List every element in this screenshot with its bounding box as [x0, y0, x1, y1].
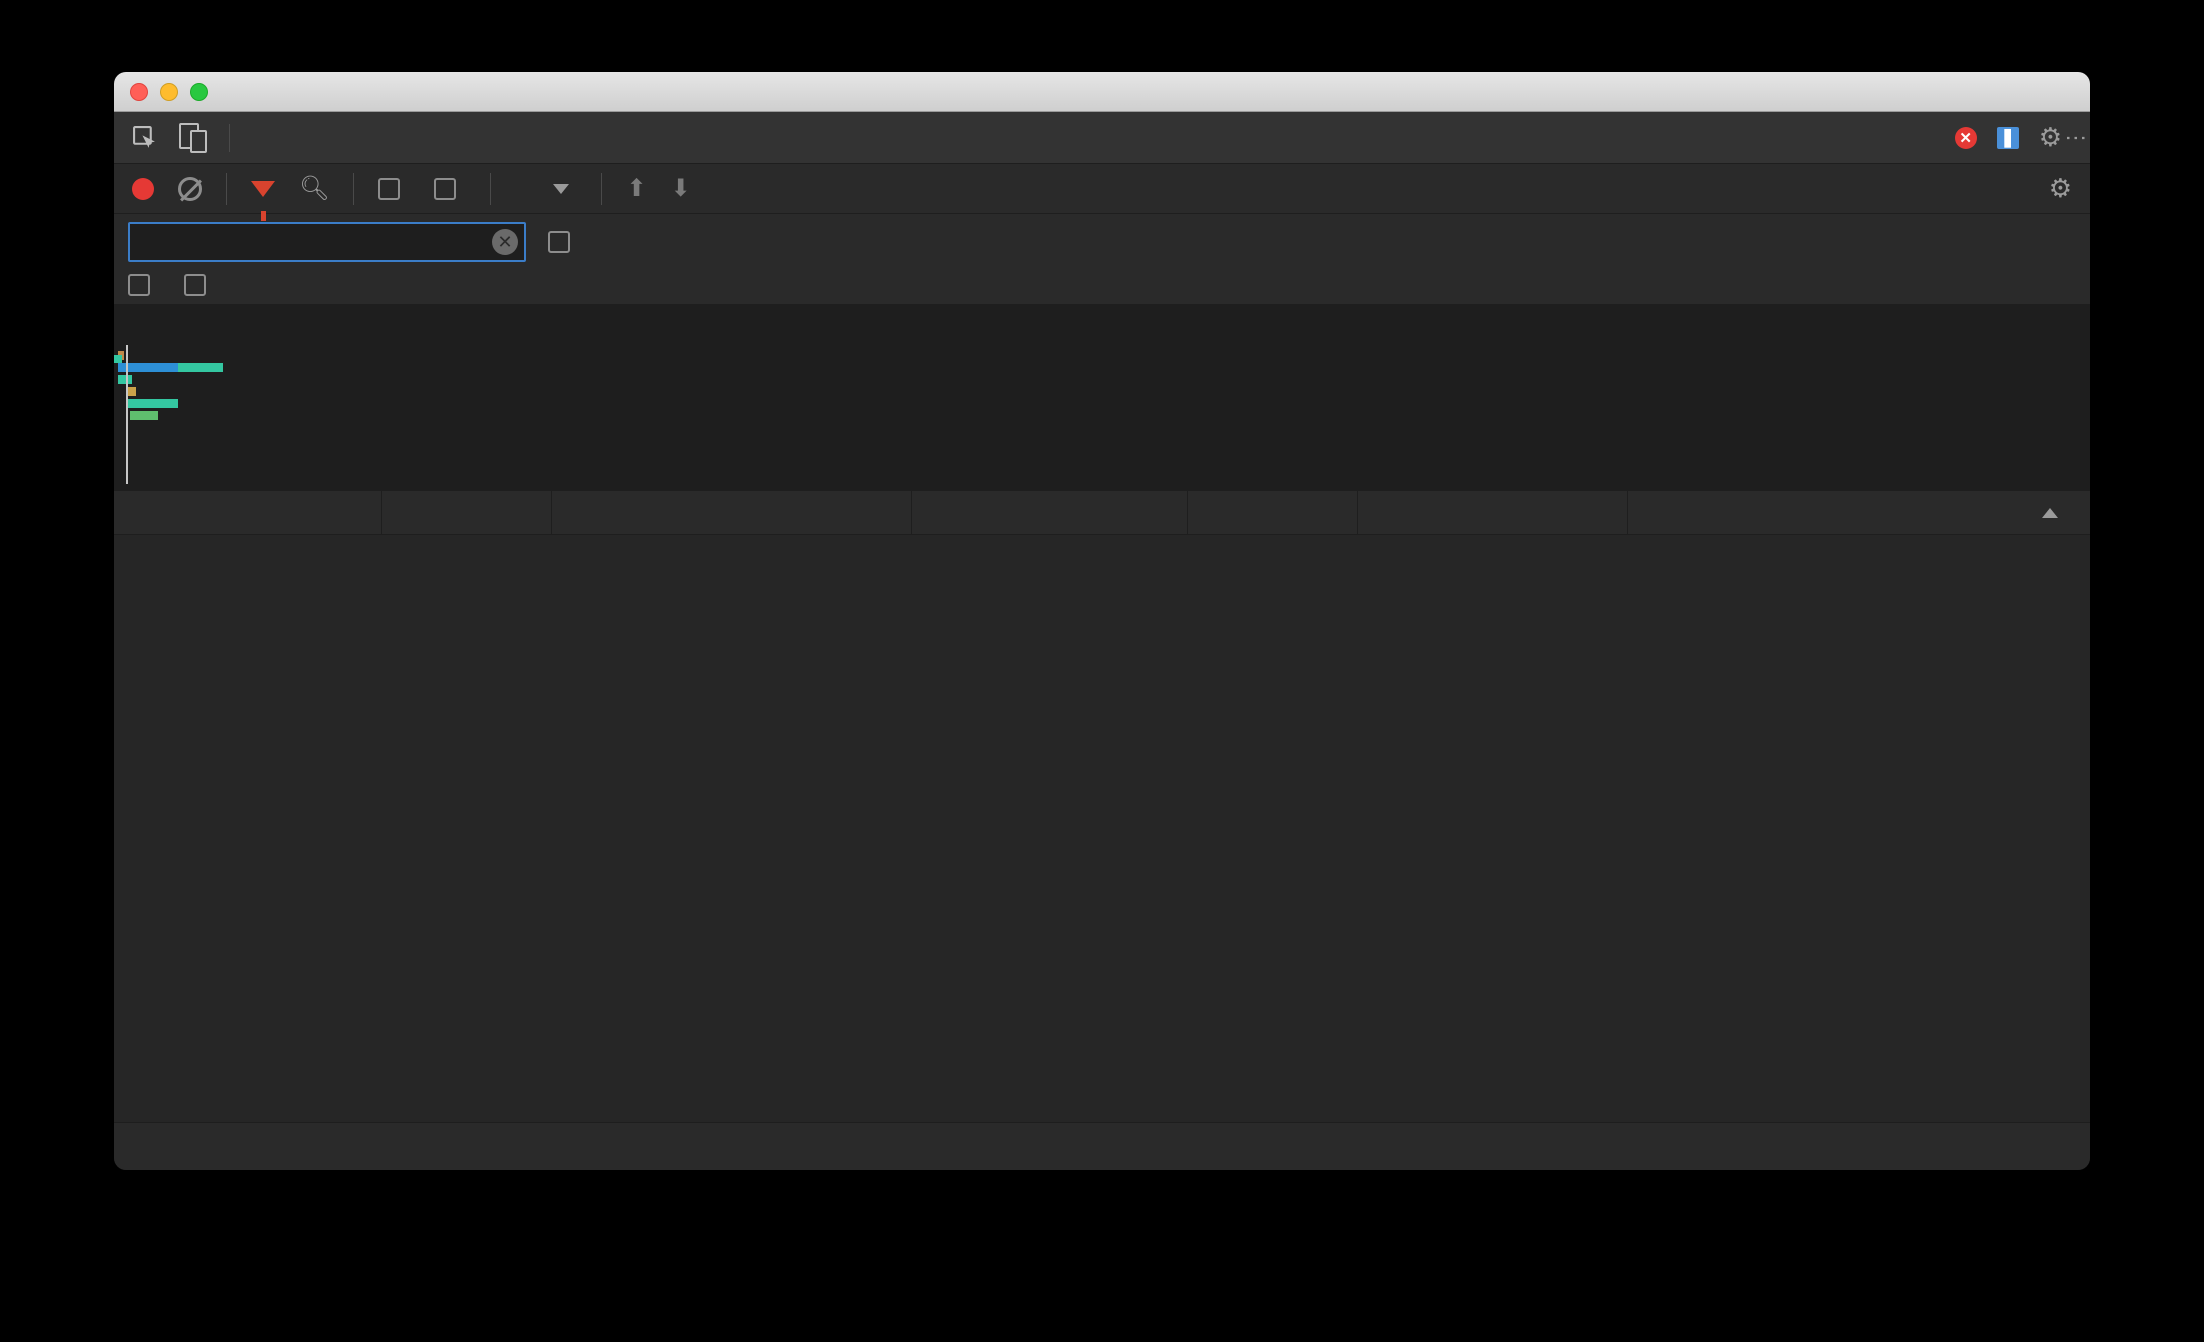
timeline-cursor	[126, 345, 128, 484]
col-waterfall[interactable]	[1628, 491, 2090, 534]
download-har-icon[interactable]: ⬇	[671, 174, 691, 203]
sort-indicator-icon	[2042, 508, 2058, 518]
has-blocked-cookies-checkbox[interactable]	[128, 274, 160, 296]
filter-input-wrap: ✕	[128, 222, 526, 262]
window-controls	[130, 83, 208, 101]
separator	[226, 173, 227, 205]
main-tabbar: ✕ ❚ ⚙ ⋮	[114, 112, 2090, 164]
col-initiator[interactable]	[912, 491, 1188, 534]
error-badge[interactable]: ✕	[1955, 127, 1983, 149]
message-icon: ❚	[1997, 127, 2019, 149]
timeline-late-marker	[114, 355, 122, 363]
network-settings-icon[interactable]: ⚙	[2049, 173, 2072, 204]
search-icon[interactable]: 🔍︎	[299, 174, 329, 203]
hide-data-urls-checkbox[interactable]	[548, 231, 580, 253]
settings-icon[interactable]: ⚙	[2039, 122, 2062, 153]
clear-button[interactable]	[178, 177, 202, 201]
clear-filter-button[interactable]: ✕	[492, 229, 518, 255]
upload-har-icon[interactable]: ⬆	[626, 174, 646, 203]
message-badge[interactable]: ❚	[1997, 127, 2025, 149]
filter-bar: ✕	[114, 214, 2090, 305]
minimize-window-button[interactable]	[160, 83, 178, 101]
timeline-bars	[118, 351, 318, 423]
network-toolbar: 🔍︎ ⬆ ⬇ ⚙	[114, 164, 2090, 214]
devtools-window: ✕ ❚ ⚙ ⋮ 🔍︎	[114, 72, 2090, 1170]
inspect-element-icon[interactable]	[132, 125, 157, 150]
zoom-window-button[interactable]	[190, 83, 208, 101]
separator	[353, 173, 354, 205]
more-tabs-button[interactable]	[250, 112, 270, 163]
preserve-log-checkbox[interactable]	[378, 178, 410, 200]
device-toolbar-icon[interactable]	[179, 123, 207, 153]
col-type[interactable]	[552, 491, 912, 534]
titlebar[interactable]	[114, 72, 2090, 112]
col-status[interactable]	[382, 491, 552, 534]
network-grid	[114, 491, 2090, 1122]
grid-header	[114, 491, 2090, 535]
chevron-down-icon	[553, 184, 569, 194]
error-icon: ✕	[1955, 127, 1977, 149]
filter-icon[interactable]	[251, 181, 275, 197]
col-size[interactable]	[1188, 491, 1358, 534]
separator	[229, 124, 230, 152]
disable-cache-checkbox[interactable]	[434, 178, 466, 200]
timeline-overview[interactable]	[114, 305, 2090, 491]
record-button[interactable]	[132, 178, 154, 200]
throttling-select[interactable]	[515, 184, 577, 194]
separator	[601, 173, 602, 205]
close-window-button[interactable]	[130, 83, 148, 101]
blocked-requests-checkbox[interactable]	[184, 274, 216, 296]
col-time[interactable]	[1358, 491, 1628, 534]
filter-input[interactable]	[130, 228, 492, 256]
separator	[490, 173, 491, 205]
col-name[interactable]	[114, 491, 382, 534]
status-bar	[114, 1122, 2090, 1170]
